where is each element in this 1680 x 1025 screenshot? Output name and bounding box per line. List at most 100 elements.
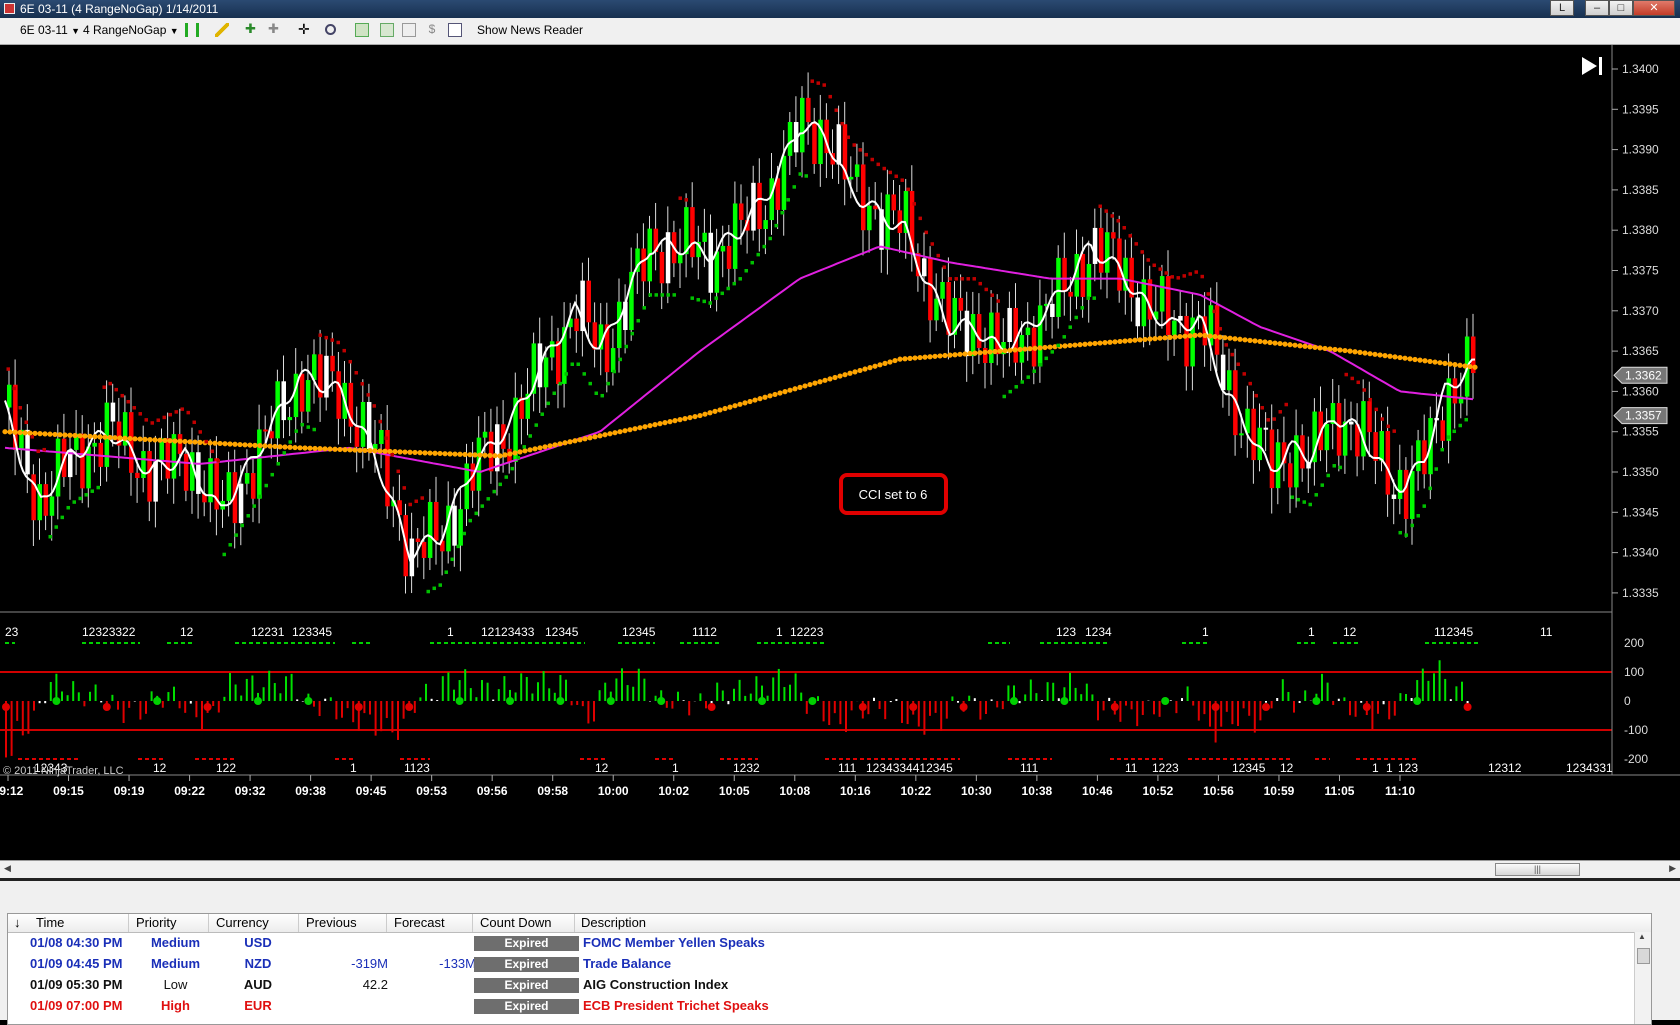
indicator-icon[interactable]: ✚	[245, 22, 259, 37]
psar-dot	[342, 348, 346, 353]
psar-dot	[288, 440, 292, 444]
long-moving-average-dot	[1117, 338, 1123, 345]
psar-dot	[564, 372, 568, 376]
psar-dot	[204, 439, 208, 444]
maximize-button[interactable]: □	[1609, 0, 1633, 16]
col-priority[interactable]: Priority	[136, 915, 176, 930]
news-row[interactable]: 01/09 07:00 PM High EUR ECB President Trich…	[8, 996, 1651, 1017]
psar-dot	[1086, 296, 1090, 300]
vertical-scrollbar[interactable]: ▲	[1634, 932, 1651, 1024]
template-icon[interactable]	[402, 23, 416, 37]
candle-body	[415, 538, 421, 542]
price-label: 1.3400	[1622, 62, 1659, 76]
psar-dot	[1200, 274, 1204, 279]
long-moving-average-dot	[677, 417, 683, 423]
candle-body	[775, 178, 781, 210]
long-moving-average-dot	[262, 443, 268, 449]
long-moving-average-dot	[67, 432, 73, 438]
long-moving-average-dot	[1007, 347, 1013, 353]
psar-dot	[318, 333, 322, 337]
count-label-bottom: 1123	[404, 761, 430, 775]
scroll-left-icon[interactable]: ◀	[4, 863, 11, 874]
language-button[interactable]: L	[1550, 0, 1574, 16]
psar-dot	[894, 174, 898, 179]
long-moving-average-dot	[832, 374, 838, 381]
news-cell-time: 01/09 05:30 PM	[30, 977, 123, 992]
candle-body	[787, 122, 793, 156]
pencil-icon[interactable]	[215, 23, 229, 37]
cci-dot	[1312, 697, 1321, 705]
col-description[interactable]: Description	[581, 915, 646, 930]
vertical-scroll-thumb[interactable]	[1637, 948, 1650, 964]
news-cell-time: 01/09 04:45 PM	[30, 956, 123, 971]
candle-body	[482, 431, 488, 438]
data-box-icon[interactable]	[380, 23, 394, 37]
psar-dot	[1056, 343, 1060, 348]
horizontal-scrollbar[interactable]: ◀ ||| ▶	[0, 860, 1680, 878]
long-moving-average-dot	[1392, 354, 1398, 360]
psar-dot	[1326, 473, 1330, 478]
psar-dot	[348, 359, 352, 364]
psar-dot	[1206, 292, 1210, 296]
dollar-icon[interactable]: $	[425, 23, 439, 37]
count-label-bottom: 122	[216, 761, 236, 775]
sort-arrow-icon[interactable]: ↓	[14, 915, 21, 930]
long-moving-average-dot	[147, 437, 153, 443]
long-moving-average-dot	[72, 432, 78, 439]
zoom-icon[interactable]	[325, 24, 336, 35]
long-moving-average-dot	[652, 422, 658, 428]
strategy-icon[interactable]: ✚	[268, 22, 282, 37]
news-row[interactable]: 01/09 04:45 PM Medium NZD -319M -133M Trade B…	[8, 954, 1651, 975]
psar-dot	[1212, 309, 1216, 314]
minimize-button[interactable]: –	[1585, 0, 1609, 16]
scroll-right-icon[interactable]: ▶	[1669, 863, 1676, 874]
col-currency[interactable]: Currency	[216, 915, 269, 930]
psar-dot	[780, 210, 784, 215]
long-moving-average-dot	[587, 435, 593, 441]
window-icon[interactable]	[448, 23, 462, 37]
crosshair-icon[interactable]: ✛	[298, 22, 312, 37]
candle-body	[1056, 257, 1061, 317]
psar-dot	[18, 406, 22, 410]
col-countdown[interactable]: Count Down	[480, 915, 552, 930]
annotation-box[interactable]: CCI set to 6	[839, 473, 948, 515]
psar-dot	[1008, 389, 1012, 394]
long-moving-average-dot	[97, 434, 103, 440]
scroll-up-icon[interactable]: ▲	[1638, 932, 1646, 941]
close-button[interactable]: ✕	[1633, 0, 1675, 16]
long-moving-average-dot	[502, 452, 508, 458]
bar-type-selector[interactable]: 4 RangeNoGap ▼	[83, 23, 179, 37]
bar-style-icon[interactable]	[185, 23, 199, 37]
show-news-reader-button[interactable]: Show News Reader	[477, 23, 583, 37]
long-moving-average-dot	[1092, 340, 1098, 347]
col-previous[interactable]: Previous	[306, 915, 357, 930]
long-moving-average-dot	[372, 448, 378, 454]
psar-dot	[132, 406, 136, 410]
col-time[interactable]: Time	[36, 915, 64, 930]
price-chart[interactable]: 1.3400 1.3395 1.3390 1.3385 1.3380 1.3375 1.33…	[0, 45, 1680, 860]
candle-body	[891, 194, 896, 211]
chart-properties-icon[interactable]	[355, 23, 369, 37]
news-row[interactable]: 01/09 05:30 PM Low AUD 42.2 AIG Construction…	[8, 975, 1651, 996]
instrument-selector[interactable]: 6E 03-11 ▼	[20, 23, 80, 37]
news-row[interactable]: 01/08 04:30 PM Medium USD FOMC Member Yelle…	[8, 933, 1651, 954]
long-moving-average-dot	[1217, 334, 1223, 340]
long-moving-average-dot	[1442, 360, 1448, 366]
long-moving-average-dot	[1352, 349, 1358, 355]
news-cell-priority: High	[161, 998, 190, 1013]
long-moving-average-dot	[697, 412, 703, 419]
long-moving-average-dot	[1142, 336, 1148, 343]
psar-dot	[1392, 429, 1396, 433]
col-forecast[interactable]: Forecast	[394, 915, 445, 930]
psar-dot	[144, 418, 148, 422]
candle-body	[1324, 423, 1330, 451]
price-label: 1.3385	[1622, 183, 1659, 197]
psar-dot	[282, 451, 286, 455]
candle-body	[336, 371, 341, 419]
psar-dot	[948, 277, 952, 281]
candle-body	[25, 429, 30, 475]
psar-dot	[666, 293, 670, 297]
cci-dot	[203, 703, 212, 711]
psar-dot	[1110, 214, 1114, 218]
scroll-thumb[interactable]: |||	[1495, 863, 1580, 876]
